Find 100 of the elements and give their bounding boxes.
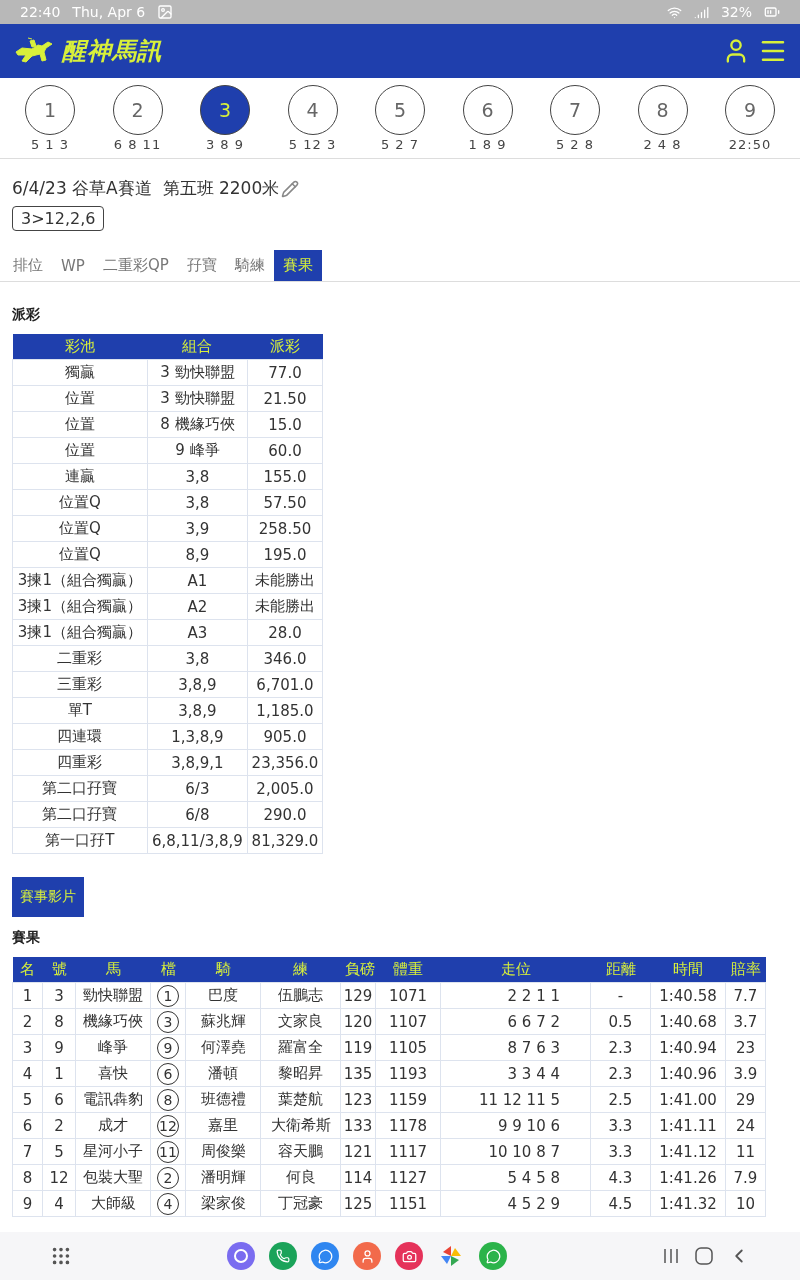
table-cell: 3,8,9 [147,671,248,698]
camera-app-icon[interactable] [395,1242,423,1270]
table-cell: 潘明輝 [185,1164,261,1191]
table-cell: 位置Q [12,489,148,516]
table-cell: 9 峰爭 [147,437,248,464]
messages-app-icon[interactable] [311,1242,339,1270]
table-cell: 5 4 5 8 [440,1164,591,1191]
table-cell: 3 3 4 4 [440,1060,591,1087]
race-result-text: 6 8 11 [113,136,162,152]
tab[interactable]: WP [52,250,94,281]
table-header-cell: 派彩 [247,334,323,360]
tab[interactable]: 排位 [4,250,52,281]
table-cell: 伍鵬志 [260,982,341,1009]
table-cell: 1:40.94 [650,1034,726,1061]
table-cell: 3揀1（組合獨贏） [12,619,148,646]
race-number-button[interactable]: 8 [637,84,688,135]
table-cell: 第二口孖寶 [12,775,148,802]
table-cell: 290.0 [247,801,323,828]
table-cell: 10 10 8 7 [440,1138,591,1165]
table-cell: 8 [42,1008,76,1035]
edit-icon[interactable] [281,179,300,198]
app-drawer-icon[interactable] [50,1245,72,1267]
table-cell: 4 [12,1060,43,1087]
table-header-cell: 號 [42,957,76,983]
race-number-button[interactable]: 9 [725,84,775,135]
race-number-button[interactable]: 7 [550,84,600,135]
table-cell: 6 6 7 2 [440,1008,591,1035]
table-cell: 3,9 [147,515,248,542]
table-cell: 周俊樂 [185,1138,261,1165]
table-cell: 勁快聯盟 [75,982,151,1009]
race-video-button[interactable]: 賽事影片 [12,877,84,917]
table-cell: - [590,982,651,1009]
table-header-cell: 距離 [590,957,651,983]
race-number-button[interactable]: 6 [462,84,513,135]
table-cell: 346.0 [247,645,323,672]
table-cell: 77.0 [247,359,323,386]
race-number-button[interactable]: 2 [112,84,163,135]
race-title: 6/4/23 谷草A賽道 第五班 2200米 [12,177,280,200]
signal-icon [693,4,709,20]
table-header-cell: 賠率 [725,957,766,983]
table-cell: 0.5 [590,1008,651,1035]
table-cell: 未能勝出 [247,567,323,594]
table-cell: 7.9 [725,1164,766,1191]
table-cell: 9 9 10 6 [440,1112,591,1139]
table-cell: 7 [12,1138,43,1165]
table-cell: 2.3 [590,1060,651,1087]
table-cell: 8,9 [147,541,248,568]
table-cell: 133 [340,1112,376,1139]
table-cell: 單T [12,697,148,724]
table-cell: 3,8 [147,463,248,490]
table-cell: 6/8 [147,801,248,828]
table-cell: 黎昭昇 [260,1060,341,1087]
table-header-cell: 練 [260,957,341,983]
table-cell: 129 [340,982,376,1009]
phone-app-icon[interactable] [269,1242,297,1270]
table-cell: 6,701.0 [247,671,323,698]
table-cell: 何良 [260,1164,341,1191]
table-cell: 9 [12,1190,43,1217]
table-cell: A3 [147,619,248,646]
race-number-button[interactable]: 1 [25,84,75,135]
table-cell: 114 [340,1164,376,1191]
table-cell: 1159 [375,1086,441,1113]
table-cell: 葉楚航 [260,1086,341,1113]
table-cell: 1151 [375,1190,441,1217]
table-cell: 6,8,11/3,8,9 [147,827,248,854]
table-cell: 23,356.0 [247,749,323,776]
table-cell: 巴度 [185,982,261,1009]
contacts-app-icon[interactable] [353,1242,381,1270]
battery-percent: 32% [720,4,752,20]
table-cell: 8 機緣巧俠 [147,411,248,438]
table-cell: 1 [12,982,43,1009]
browser-app-icon[interactable] [227,1242,255,1270]
table-cell: 7.7 [725,982,766,1009]
tab[interactable]: 孖寶 [177,250,226,281]
home-icon[interactable] [694,1246,714,1266]
tab[interactable]: 騎練 [225,250,274,281]
table-cell: 155.0 [247,463,323,490]
table-cell: 大衛希斯 [260,1112,341,1139]
race-number-button[interactable]: 3 [200,84,250,135]
table-cell: 包裝大聖 [75,1164,151,1191]
table-cell: 4.3 [590,1164,651,1191]
table-cell: 1117 [375,1138,441,1165]
table-cell: 29 [725,1086,766,1113]
battery-icon [764,4,780,20]
race-number-button[interactable]: 5 [375,84,425,135]
chat-app-icon[interactable] [479,1242,507,1270]
table-cell: 四連環 [12,723,148,750]
table-cell: 135 [340,1060,376,1087]
tab[interactable]: 賽果 [273,250,322,281]
race-number-button[interactable]: 4 [287,84,338,135]
table-header-cell: 體重 [375,957,441,983]
tab[interactable]: 二重彩QP [93,250,178,281]
app-logo-text: 醒神馬訊 [62,36,162,67]
recent-apps-icon[interactable] [662,1247,680,1265]
race-result-text: 5 1 3 [30,136,70,152]
table-cell: 4.5 [590,1190,651,1217]
gallery-icon [157,4,174,20]
table-cell: 嘉里 [185,1112,261,1139]
table-cell: 125 [340,1190,376,1217]
table-cell: 8 [12,1164,43,1191]
